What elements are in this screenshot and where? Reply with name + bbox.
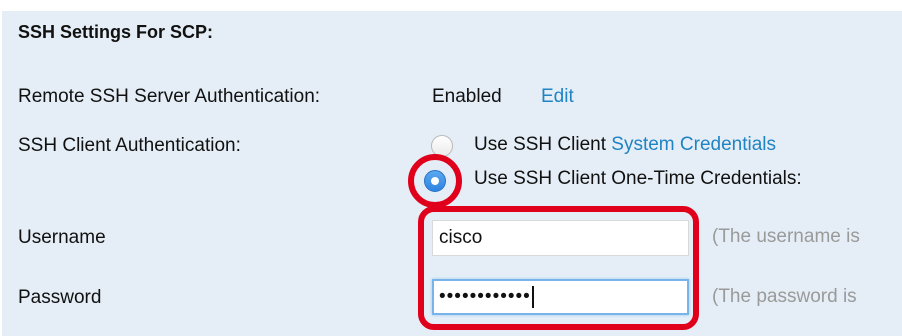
remote-auth-status: Enabled: [432, 86, 502, 107]
highlight-box-annotation: [418, 206, 699, 330]
one-time-credentials-radio[interactable]: [424, 170, 446, 192]
remote-auth-label: Remote SSH Server Authentication:: [18, 86, 321, 107]
password-label: Password: [18, 287, 102, 308]
system-credentials-link[interactable]: System Credentials: [611, 134, 776, 155]
one-time-credentials-option-label: Use SSH Client One-Time Credentials:: [474, 168, 802, 189]
client-auth-label: SSH Client Authentication:: [18, 135, 241, 156]
system-credentials-option-label: Use SSH Client System Credentials: [474, 134, 776, 156]
password-hint: (The password is: [712, 286, 857, 307]
username-hint: (The username is: [712, 226, 860, 247]
system-credentials-prefix: Use SSH Client: [474, 134, 612, 155]
username-label: Username: [18, 227, 106, 248]
edit-link[interactable]: Edit: [541, 86, 574, 108]
section-title: SSH Settings For SCP:: [18, 22, 214, 42]
